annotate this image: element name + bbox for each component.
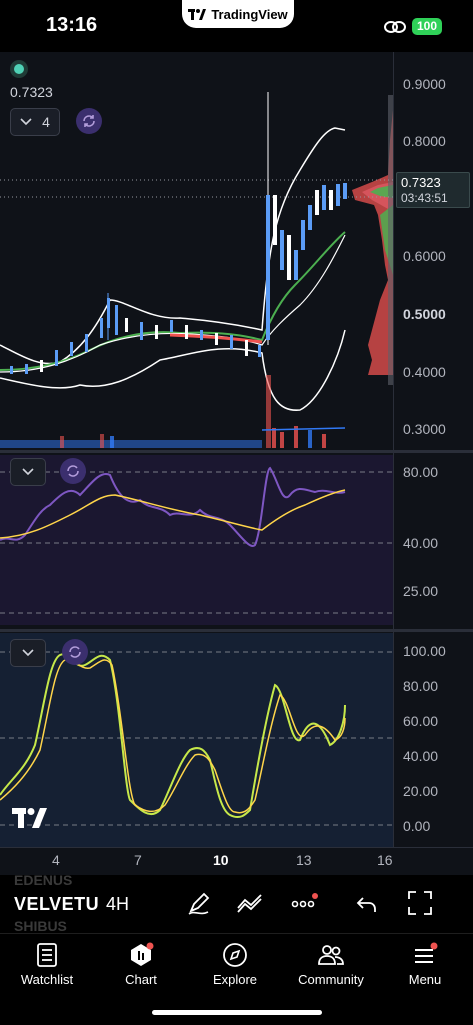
sync-icon: [83, 115, 95, 127]
rsi-axis-label: 80.00: [403, 464, 439, 480]
rsi-sync-button[interactable]: [60, 458, 86, 484]
stoch-axis-label: 0.00: [403, 818, 431, 834]
stoch-collapse-button[interactable]: [10, 639, 46, 667]
chevron-down-icon: [22, 468, 34, 476]
stoch-axis-label: 60.00: [403, 713, 439, 729]
time-axis-label-bold: 10: [213, 852, 229, 868]
nav-explore[interactable]: Explore: [188, 942, 282, 987]
nav-community[interactable]: Community: [284, 942, 378, 987]
price-axis-label: 0.3000: [403, 421, 446, 437]
undo-icon[interactable]: [355, 893, 379, 915]
time-axis-label: 16: [377, 852, 393, 868]
stoch-sync-button[interactable]: [62, 639, 88, 665]
price-axis-label-bold: 0.5000: [403, 306, 446, 322]
nav-chart-label: Chart: [125, 972, 157, 987]
community-icon: [318, 945, 344, 965]
symbol-prev[interactable]: EDENUS: [14, 872, 72, 888]
stoch-axis-label: 80.00: [403, 678, 439, 694]
tradingview-pill-label: TradingView: [211, 6, 288, 22]
more-icon[interactable]: [290, 892, 320, 914]
chart-area[interactable]: 0.7323 4 0.9000 0.8000 0.6000 0.5000 0.4…: [0, 52, 473, 875]
nav-watchlist[interactable]: Watchlist: [0, 942, 94, 987]
rsi-axis-label: 40.00: [403, 535, 439, 551]
tradingview-logo-icon: [188, 8, 207, 20]
draw-icon[interactable]: [186, 890, 212, 916]
fullscreen-icon[interactable]: [407, 890, 433, 916]
time-axis-label: 7: [134, 852, 142, 868]
nav-explore-label: Explore: [212, 972, 258, 987]
stoch-axis-label: 40.00: [403, 748, 439, 764]
rsi-collapse-button[interactable]: [10, 458, 46, 486]
stoch-axis-label: 100.00: [403, 643, 446, 659]
time-axis-label: 13: [296, 852, 312, 868]
price-axis-label: 0.9000: [403, 76, 446, 92]
price-readout: 0.7323: [10, 84, 53, 100]
link-icon: [384, 21, 406, 33]
indicators-icon[interactable]: [236, 892, 264, 914]
battery-indicator: 100: [412, 18, 442, 35]
sync-button[interactable]: [76, 108, 102, 134]
interval-button[interactable]: 4H: [106, 894, 129, 915]
price-axis-label: 0.4000: [403, 364, 446, 380]
tradingview-watermark-icon: [12, 808, 47, 828]
nav-community-label: Community: [298, 972, 364, 987]
price-tag-timer: 03:43:51: [401, 191, 448, 205]
symbol-next[interactable]: SHIBUS: [14, 918, 67, 934]
chevron-down-icon: [20, 118, 32, 126]
nav-menu[interactable]: Menu: [378, 942, 472, 987]
rsi-axis-label: 25.00: [403, 583, 439, 599]
menu-icon: [415, 942, 438, 963]
status-time: 13:16: [46, 14, 98, 36]
nav-chart[interactable]: Chart: [94, 942, 188, 987]
price-axis-label: 0.8000: [403, 133, 446, 149]
sync-icon: [69, 646, 81, 658]
price-axis-label: 0.6000: [403, 248, 446, 264]
price-tag-value: 0.7323: [401, 175, 441, 190]
home-indicator: [152, 1010, 322, 1015]
status-dot: [14, 64, 24, 74]
nav-watchlist-label: Watchlist: [20, 972, 74, 987]
watchlist-icon: [37, 943, 57, 967]
chart-icon: [131, 942, 154, 966]
tradingview-pill[interactable]: TradingView: [182, 0, 294, 28]
indicator-count: 4: [42, 114, 50, 130]
symbol-button[interactable]: VELVETU: [14, 894, 99, 915]
sync-icon: [67, 465, 79, 477]
indicator-collapse-button[interactable]: 4: [10, 108, 60, 136]
compass-icon: [223, 943, 247, 967]
status-dot-wrap: [10, 60, 28, 78]
time-axis-label: 4: [52, 852, 60, 868]
nav-menu-label: Menu: [408, 972, 442, 987]
stoch-axis-label: 20.00: [403, 783, 439, 799]
current-price-tag: 0.7323 03:43:51: [396, 172, 470, 208]
status-bar: 13:16 TradingView 100: [0, 0, 473, 52]
chevron-down-icon: [22, 649, 34, 657]
